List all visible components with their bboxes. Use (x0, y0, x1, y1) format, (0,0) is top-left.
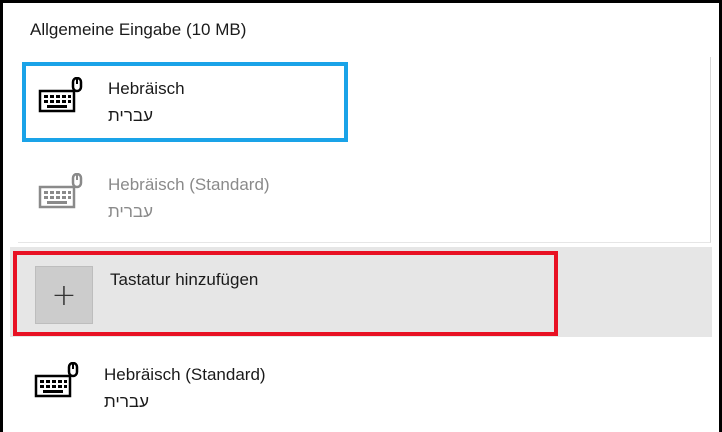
keyboard-name: Hebräisch (Standard) (108, 175, 270, 194)
keyboard-language: עברית (104, 392, 149, 411)
keyboard-language: עברית (108, 202, 153, 221)
keyboard-name: Hebräisch (Standard) (104, 365, 266, 384)
section-title: Allgemeine Eingabe (10 MB) (30, 20, 247, 39)
selection-highlight (22, 62, 348, 142)
keyboard-icon (38, 173, 83, 209)
keyboard-item-hebrew-standard[interactable]: Hebräisch (Standard) עברית (18, 350, 418, 430)
add-keyboard-highlight (13, 251, 558, 336)
keyboard-item-hebrew-standard-disabled: Hebräisch (Standard) עברית (22, 158, 348, 238)
keyboard-icon (34, 362, 79, 398)
